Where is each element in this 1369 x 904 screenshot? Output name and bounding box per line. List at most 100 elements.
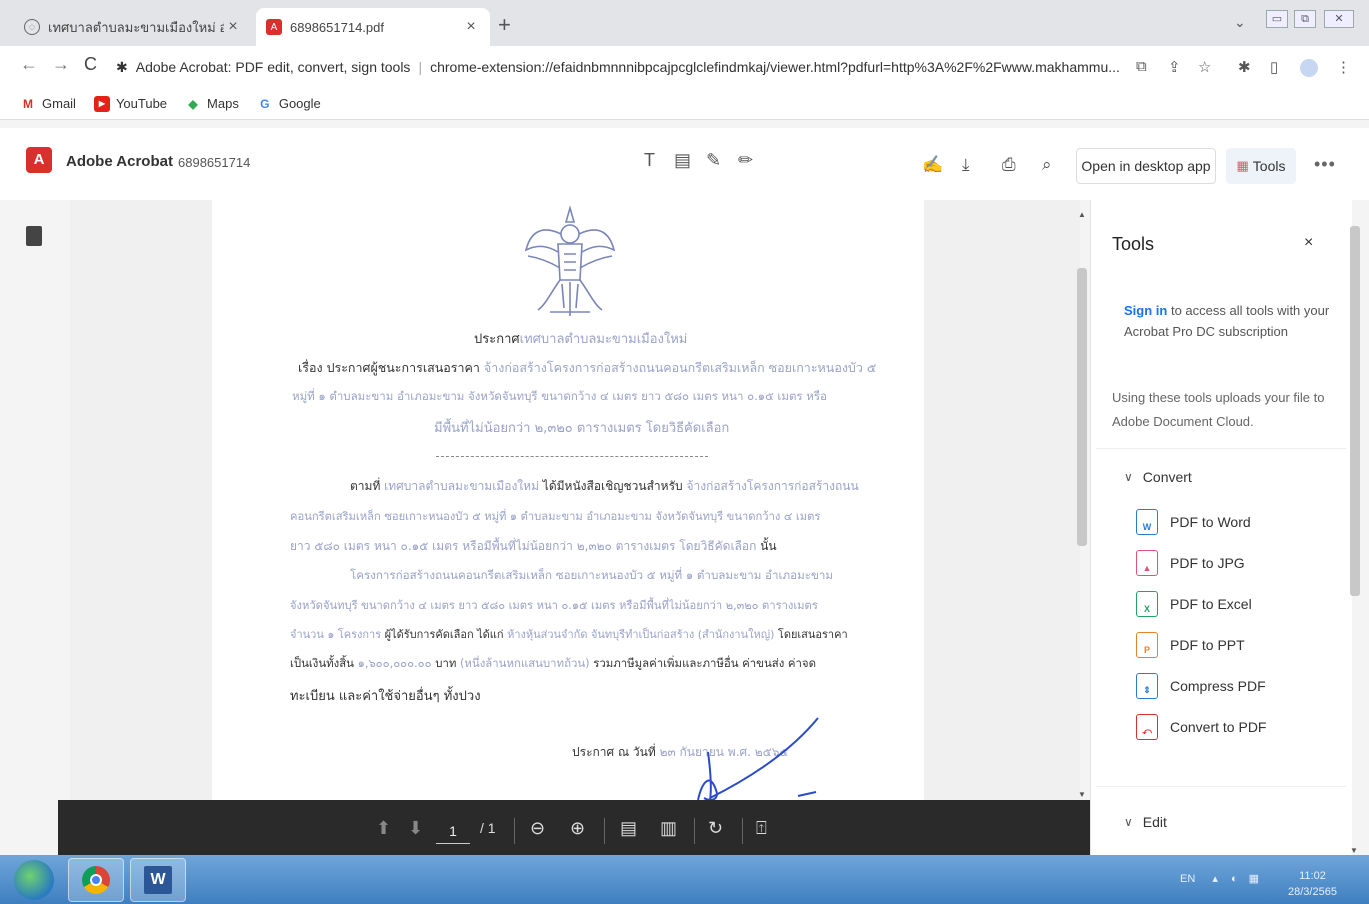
tab-close-icon[interactable]: × (224, 18, 242, 36)
signature (697, 717, 819, 801)
bookmarks-bar: M Gmail ▶ YouTube ◆ Maps G Google (0, 88, 1369, 120)
draw-tool[interactable]: ✏ (738, 150, 753, 171)
toolbar-divider (514, 818, 515, 844)
download-icon[interactable]: ⤓ (962, 155, 970, 175)
restore-button[interactable]: ⧉ (1294, 10, 1316, 28)
system-tray[interactable]: EN ▴ ◐ ▦ (1180, 872, 1259, 885)
taskbar-clock[interactable]: 11:02 28/3/2565 (1288, 868, 1337, 900)
share-icon[interactable]: ⇪ (1168, 58, 1181, 76)
previous-page-icon[interactable]: ⬆ (376, 818, 391, 839)
doc-line: ตามที่ เทศบาลตำบลมะขามเมืองใหม่ ได้มีหนั… (350, 479, 859, 493)
language-indicator[interactable]: EN (1180, 873, 1195, 885)
add-text-tool[interactable]: T (644, 150, 655, 171)
bookmark-maps[interactable]: ◆ Maps (185, 96, 238, 112)
doc-line: หมู่ที่ ๑ ตำบลมะขาม อำเภอมะขาม จังหวัดจั… (292, 389, 827, 403)
browser-menu-icon[interactable]: ⋮ (1336, 58, 1351, 76)
tab-pdf[interactable]: A 6898651714.pdf × (256, 8, 490, 46)
doc-line: ยาว ๕๘๐ เมตร หนา ๐.๑๕ เมตร หรือมีพื้นที่… (290, 539, 777, 553)
more-options-icon[interactable]: ••• (1314, 154, 1336, 175)
forward-icon[interactable]: → (52, 54, 70, 75)
tool-pdf-to-word[interactable]: W PDF to Word (1136, 509, 1251, 535)
bookmark-star-icon[interactable]: ☆ (1198, 58, 1211, 76)
rotate-icon[interactable]: ↻ (708, 818, 723, 839)
start-button[interactable] (14, 860, 54, 900)
bookmark-gmail[interactable]: M Gmail (20, 96, 76, 112)
zoom-in-icon[interactable]: ⊕ (570, 818, 585, 839)
print-icon[interactable]: ⎙ (1002, 155, 1016, 175)
file-name: 6898651714 (178, 155, 251, 170)
extension-icon: ✱ (116, 58, 128, 75)
network-icon[interactable]: ▦ (1249, 873, 1259, 885)
open-desktop-app-button[interactable]: Open in desktop app (1076, 148, 1216, 184)
fit-width-icon[interactable]: ▥ (660, 818, 677, 839)
chrome-icon (82, 866, 110, 894)
minimize-button[interactable]: ▭ (1266, 10, 1288, 28)
doc-line: โครงการก่อสร้างถนนคอนกรีตเสริมเหล็ก ซอยเ… (350, 568, 834, 582)
tab-search-icon[interactable]: ⌄ (1234, 14, 1246, 31)
comment-tool[interactable]: ▤ (674, 150, 691, 171)
page-thumbnails-icon[interactable] (26, 226, 42, 246)
tool-pdf-to-excel[interactable]: X PDF to Excel (1136, 591, 1252, 617)
tool-convert-to-pdf[interactable]: ⤺ Convert to PDF (1136, 714, 1266, 740)
excel-file-icon: X (1136, 591, 1158, 617)
scroll-down-icon[interactable]: ▼ (1350, 846, 1358, 855)
scroll-up-icon[interactable]: ▲ (1078, 210, 1086, 219)
tray-chevron-icon[interactable]: ▴ (1212, 873, 1218, 885)
address-separator: | (418, 59, 423, 75)
bookmark-youtube[interactable]: ▶ YouTube (93, 95, 167, 112)
doc-line: คอนกรีตเสริมเหล็ก ซอยเกาะหนองบัว ๕ หมู่ท… (290, 510, 821, 523)
search-icon[interactable]: ⌕ (1042, 155, 1052, 175)
new-tab-button[interactable]: + (498, 12, 511, 38)
tool-label: PDF to Word (1170, 514, 1251, 530)
translate-icon[interactable]: ⧉ (1136, 58, 1147, 75)
extensions-puzzle-icon[interactable]: ✱ (1238, 58, 1251, 76)
sign-in-link[interactable]: Sign in (1124, 303, 1167, 318)
doc-line: ประกาศเทศบาลตำบลมะขามเมืองใหม่ (474, 332, 688, 347)
tray-app-icon[interactable]: ◐ (1231, 873, 1238, 885)
word-file-icon: W (1136, 509, 1158, 535)
ppt-file-icon: P (1136, 632, 1158, 658)
edit-section-header[interactable]: ∨ Edit (1124, 814, 1167, 830)
tool-compress-pdf[interactable]: ⇕ Compress PDF (1136, 673, 1266, 699)
tools-button[interactable]: ▦ Tools (1226, 148, 1296, 184)
side-panel-icon[interactable]: ▯ (1270, 58, 1278, 76)
section-label: Convert (1142, 469, 1192, 485)
close-icon[interactable]: × (1304, 234, 1313, 252)
tab-close-icon[interactable]: × (462, 18, 480, 36)
collapse-toolbar-icon[interactable]: ⍐ (756, 818, 767, 839)
taskbar-chrome[interactable] (68, 858, 124, 902)
fit-page-icon[interactable]: ▤ (620, 818, 637, 839)
back-icon[interactable]: ← (20, 54, 38, 75)
close-window-button[interactable]: ✕ (1324, 10, 1354, 28)
next-page-icon[interactable]: ⬇ (408, 818, 423, 839)
bookmark-google[interactable]: G Google (257, 96, 321, 112)
tool-pdf-to-ppt[interactable]: P PDF to PPT (1136, 632, 1245, 658)
tools-button-label: Tools (1252, 158, 1286, 174)
image-file-icon: ▲ (1136, 550, 1158, 576)
left-rail (0, 200, 70, 855)
scroll-down-icon[interactable]: ▼ (1078, 790, 1086, 799)
zoom-out-icon[interactable]: ⊖ (530, 818, 545, 839)
taskbar-word[interactable]: W (130, 858, 186, 902)
tools-panel-scroll-thumb[interactable] (1350, 226, 1360, 596)
page-number-input[interactable]: 1 (436, 818, 470, 844)
clock-time: 11:02 (1299, 870, 1326, 882)
reload-icon[interactable]: C (84, 54, 97, 75)
document-scroll-thumb[interactable] (1077, 268, 1087, 546)
sign-icon[interactable]: ✍ (922, 155, 943, 175)
doc-line: ทะเบียน และค่าใช้จ่ายอื่นๆ ทั้งปวง (290, 689, 481, 704)
pdf-icon: A (266, 19, 282, 35)
doc-line: เรื่อง ประกาศผู้ชนะการเสนอราคา จ้างก่อสร… (298, 360, 877, 375)
tool-pdf-to-jpg[interactable]: ▲ PDF to JPG (1136, 550, 1245, 576)
address-bar[interactable]: ✱ Adobe Acrobat: PDF edit, convert, sign… (116, 52, 1130, 82)
divider-line (436, 456, 708, 457)
compress-file-icon: ⇕ (1136, 673, 1158, 699)
bookmark-label: Gmail (42, 96, 76, 111)
tool-label: PDF to Excel (1170, 596, 1252, 612)
tab-municipality[interactable]: ◌ เทศบาลตำบลมะขามเมืองใหม่ อำเภอเ.. × (14, 8, 252, 46)
profile-avatar[interactable] (1300, 59, 1318, 77)
url-text: chrome-extension://efaidnbmnnnibpcajpcgl… (430, 59, 1120, 75)
tool-label: Compress PDF (1170, 678, 1266, 694)
highlight-tool[interactable]: ✎ (706, 150, 721, 171)
convert-section-header[interactable]: ∨ Convert (1124, 469, 1192, 485)
